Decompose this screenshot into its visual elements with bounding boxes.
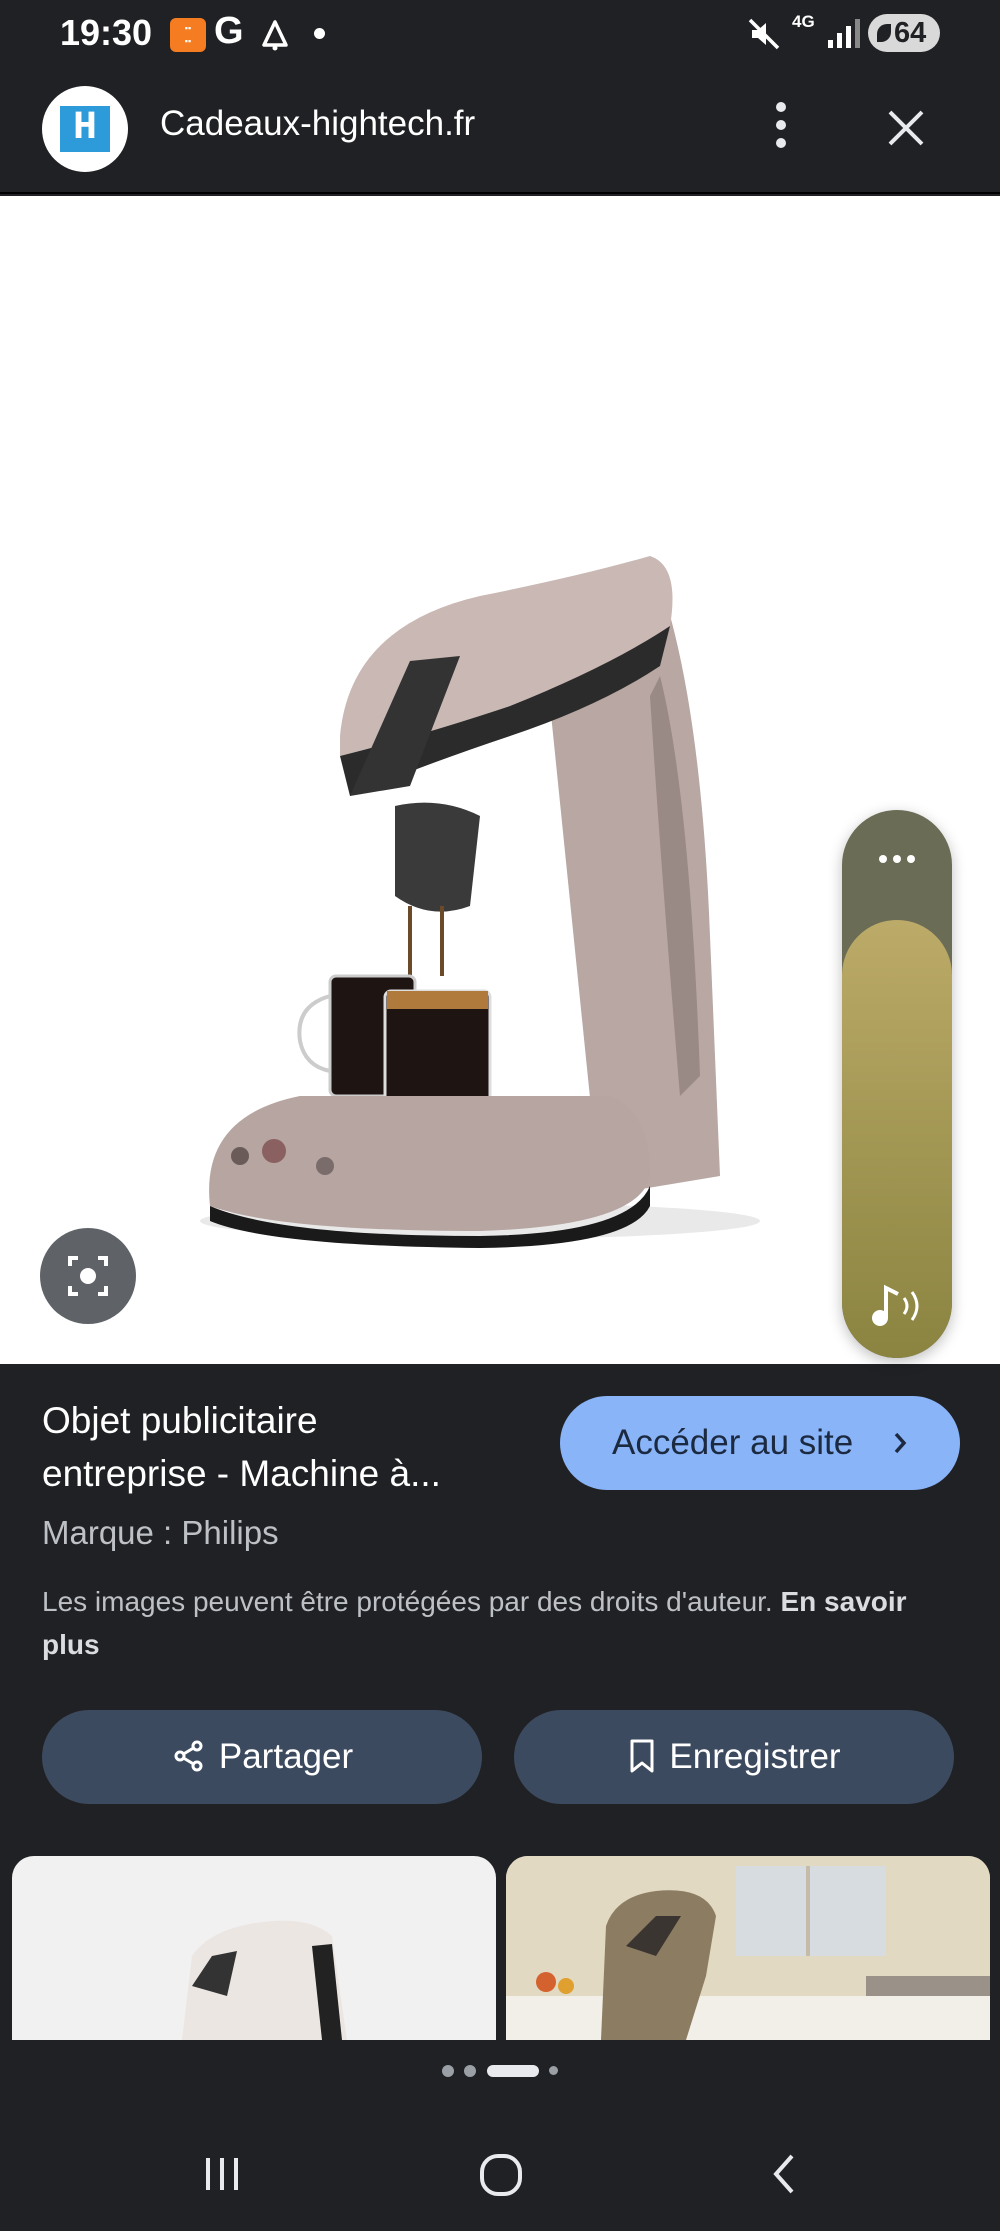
system-nav-bar xyxy=(0,2120,1000,2231)
visit-site-label: Accéder au site xyxy=(612,1423,854,1462)
related-kitchen-image xyxy=(506,1856,990,2040)
notification-bell-icon xyxy=(262,20,288,51)
pager-dot-active xyxy=(486,2064,539,2077)
lens-button[interactable] xyxy=(40,1228,136,1324)
image-viewer[interactable] xyxy=(0,196,1000,1364)
coffee-machine-image xyxy=(200,556,760,1248)
signal-icon xyxy=(828,19,860,48)
chevron-right-icon xyxy=(890,1396,910,1526)
share-button[interactable]: Partager xyxy=(42,1710,482,1804)
site-name[interactable]: Cadeaux-hightech.fr xyxy=(160,104,475,144)
save-label: Enregistrer xyxy=(669,1737,841,1776)
pager-dot xyxy=(549,2066,559,2076)
notification-dot-icon xyxy=(314,28,325,39)
top-header: H Cadeaux-hightech.fr xyxy=(0,66,1000,194)
battery-saver-icon xyxy=(877,24,891,42)
related-image-1[interactable] xyxy=(12,1856,496,2040)
recent-apps-icon[interactable] xyxy=(200,2152,244,2196)
visit-site-button[interactable]: Accéder au site xyxy=(560,1396,960,1490)
home-icon[interactable] xyxy=(478,2152,524,2198)
result-title-line-1: Objet publicitaire xyxy=(42,1400,318,1441)
network-type: 4G xyxy=(792,12,815,31)
result-title-line-2: entreprise - Machine à... xyxy=(42,1453,441,1494)
share-icon xyxy=(174,1740,203,1772)
battery-level: 64 xyxy=(894,17,927,49)
mute-icon xyxy=(748,18,780,50)
pager-dots xyxy=(0,2062,1000,2080)
back-icon[interactable] xyxy=(766,2150,802,2198)
more-vertical-icon[interactable] xyxy=(766,102,796,154)
result-title[interactable]: Objet publicitaire entreprise - Machine … xyxy=(42,1394,552,1500)
favicon-letter: H xyxy=(60,106,110,152)
pager-dot xyxy=(464,2064,477,2077)
google-icon: G xyxy=(214,10,244,52)
close-icon[interactable] xyxy=(884,106,928,150)
site-favicon[interactable]: H xyxy=(42,86,128,172)
copyright-text: Les images peuvent être protégées par de… xyxy=(42,1586,773,1617)
status-time: 19:30 xyxy=(60,12,153,53)
bookmark-icon xyxy=(630,1739,654,1773)
lens-icon xyxy=(68,1256,108,1296)
share-label: Partager xyxy=(218,1737,354,1776)
sound-panel[interactable] xyxy=(842,810,952,1358)
related-coffee-machine-image xyxy=(182,1920,347,2040)
copyright-note: Les images peuvent être protégées par de… xyxy=(42,1580,922,1666)
music-note-icon xyxy=(872,1284,919,1326)
status-bar: 19:30 ▪▪ ▪▪ G 4G 64 xyxy=(0,0,1000,66)
save-button[interactable]: Enregistrer xyxy=(514,1710,954,1804)
battery-indicator: 64 xyxy=(868,14,940,52)
pager-dot xyxy=(441,2064,454,2077)
brand-line: Marque : Philips xyxy=(42,1514,279,1551)
shopping-app-icon: ▪▪ ▪▪ xyxy=(170,18,206,52)
related-image-2[interactable] xyxy=(506,1856,990,2040)
sound-options-icon[interactable] xyxy=(842,850,952,868)
